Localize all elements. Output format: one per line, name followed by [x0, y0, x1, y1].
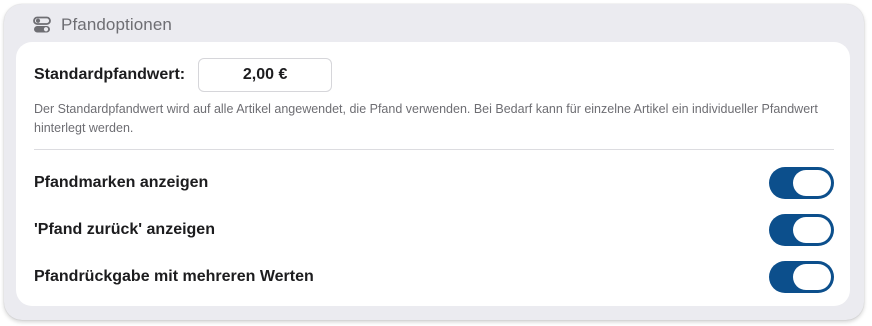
default-deposit-hint: Der Standardpfandwert wird auf alle Arti… — [34, 102, 818, 135]
toggles-icon — [33, 16, 51, 34]
option-row-multi-value-return: Pfandrückgabe mit mehreren Werten — [34, 260, 834, 294]
show-deposit-return-toggle[interactable] — [769, 214, 834, 246]
option-row-deposit-tokens: Pfandmarken anzeigen — [34, 166, 834, 200]
toggle-knob — [793, 170, 831, 196]
default-deposit-label: Standardpfandwert: — [34, 66, 186, 83]
deposit-options-card: Pfandoptionen Standardpfandwert: Der Sta… — [4, 4, 864, 320]
option-label: 'Pfand zurück' anzeigen — [34, 221, 215, 238]
default-deposit-input[interactable] — [198, 58, 333, 92]
option-label: Pfandmarken anzeigen — [34, 174, 209, 191]
toggle-knob — [793, 264, 831, 290]
multi-value-return-toggle[interactable] — [769, 261, 834, 293]
default-deposit-row: Standardpfandwert: — [34, 57, 333, 93]
toggle-knob — [793, 217, 831, 243]
card-header: Pfandoptionen — [33, 12, 172, 38]
option-row-deposit-return: 'Pfand zurück' anzeigen — [34, 213, 834, 247]
card-title: Pfandoptionen — [61, 15, 172, 34]
show-deposit-tokens-toggle[interactable] — [769, 167, 834, 199]
options-panel: Standardpfandwert: Der Standardpfandwert… — [16, 42, 850, 306]
divider — [34, 149, 834, 150]
option-label: Pfandrückgabe mit mehreren Werten — [34, 268, 314, 285]
